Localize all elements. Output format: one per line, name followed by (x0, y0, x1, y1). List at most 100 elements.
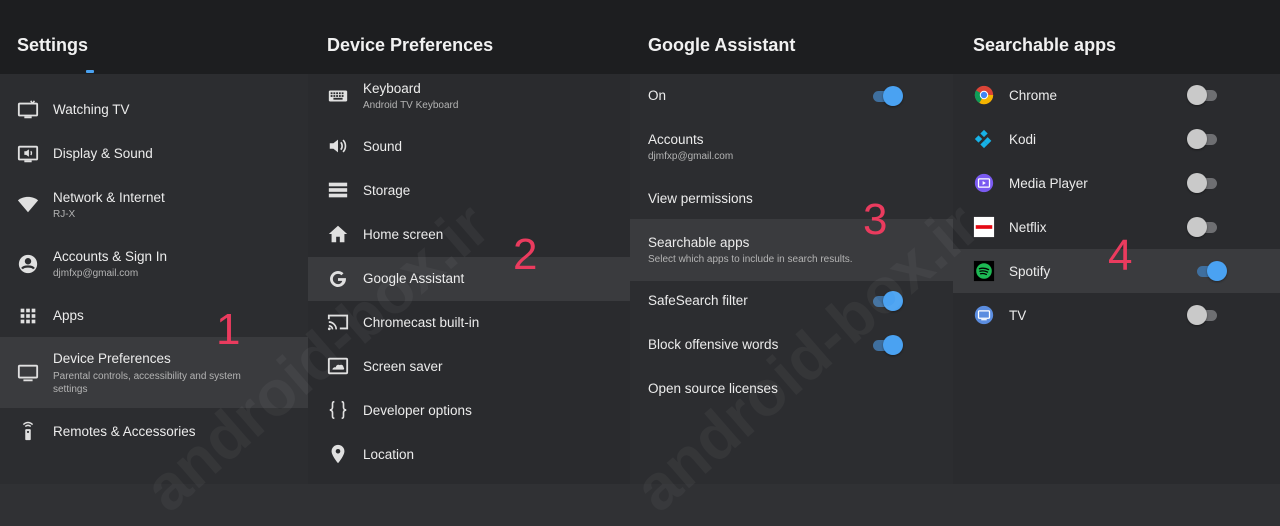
device-pref-item-label: Storage (363, 183, 411, 198)
app-label: Netflix (1009, 220, 1047, 235)
device-pref-item-location[interactable]: Location (308, 436, 630, 472)
settings-item-sub: djmfxp@gmail.com (53, 268, 139, 279)
device-pref-item-screen-saver[interactable]: Screen saver (308, 348, 630, 384)
scroll-hint (86, 70, 94, 73)
device-pref-item-sound[interactable]: Sound (308, 128, 630, 164)
media-player-toggle[interactable] (1187, 172, 1221, 194)
block-offensive-toggle[interactable] (871, 334, 905, 356)
app-label: Spotify (1009, 264, 1051, 279)
chrome-icon (973, 84, 995, 106)
chrome-toggle[interactable] (1187, 84, 1221, 106)
searchable-apps-panel-title: Searchable apps (953, 0, 1280, 74)
assistant-item-label: Open source licenses (648, 381, 778, 396)
assistant-item-label: View permissions (648, 191, 753, 206)
settings-item-apps[interactable]: Apps (0, 298, 308, 334)
settings-item-label: Watching TV (53, 102, 130, 117)
settings-panel: Settings Watching TV Display & Sound Net… (0, 0, 308, 484)
device-preferences-panel: Device Preferences Keyboard Android TV K… (308, 0, 630, 484)
spotify-icon (973, 260, 995, 282)
assistant-item-label: Accounts (648, 132, 704, 147)
settings-item-network-internet[interactable]: Network & Internet RJ-X (0, 182, 308, 228)
settings-item-watching-tv[interactable]: Watching TV (0, 92, 308, 128)
display-sound-icon (17, 143, 39, 165)
assistant-item-label: SafeSearch filter (648, 293, 748, 308)
settings-item-label: Network & Internet (53, 190, 165, 205)
device-pref-item-google-assistant[interactable]: Google Assistant (308, 257, 630, 301)
step-number-1: 1 (216, 305, 241, 354)
tv-app-icon (973, 304, 995, 326)
assistant-item-view-permissions[interactable]: View permissions (630, 180, 953, 216)
settings-item-accounts[interactable]: Accounts & Sign In djmfxp@gmail.com (0, 242, 308, 288)
settings-panel-title: Settings (0, 0, 308, 74)
device-pref-item-label: Location (363, 447, 415, 462)
app-label: Media Player (1009, 176, 1088, 191)
app-row-kodi[interactable]: Kodi (953, 121, 1280, 157)
step-number-4: 4 (1108, 231, 1133, 280)
device-preferences-panel-title: Device Preferences (308, 0, 630, 74)
device-pref-item-storage[interactable]: Storage (308, 172, 630, 208)
device-pref-item-developer-options[interactable]: Developer options (308, 392, 630, 428)
kodi-toggle[interactable] (1187, 128, 1221, 150)
monitor-icon (17, 362, 39, 384)
settings-item-display-sound[interactable]: Display & Sound (0, 136, 308, 172)
app-label: TV (1009, 308, 1027, 323)
settings-item-device-preferences[interactable]: Device Preferences Parental controls, ac… (0, 337, 308, 408)
app-label: Kodi (1009, 132, 1037, 147)
kodi-icon (973, 128, 995, 150)
assistant-item-sub: djmfxp@gmail.com (648, 151, 734, 162)
assistant-item-safesearch[interactable]: SafeSearch filter (630, 284, 953, 320)
remote-icon (17, 420, 39, 442)
device-pref-item-label: Home screen (363, 227, 444, 242)
google-assistant-panel-title: Google Assistant (630, 0, 953, 74)
account-icon (17, 253, 39, 275)
device-pref-item-keyboard[interactable]: Keyboard Android TV Keyboard (308, 74, 630, 118)
settings-item-label: Apps (53, 308, 84, 323)
assistant-on-toggle[interactable] (871, 85, 905, 107)
assistant-item-label: On (648, 88, 667, 103)
home-icon (327, 223, 349, 245)
braces-icon (327, 399, 349, 421)
settings-item-label: Device Preferences (53, 351, 171, 366)
tv-toggle[interactable] (1187, 304, 1221, 326)
apps-grid-icon (17, 305, 39, 327)
device-pref-item-label: Developer options (363, 403, 472, 418)
app-row-media-player[interactable]: Media Player (953, 165, 1280, 201)
assistant-item-accounts[interactable]: Accounts djmfxp@gmail.com (630, 122, 953, 168)
device-pref-item-chromecast[interactable]: Chromecast built-in (308, 304, 630, 340)
assistant-item-block-offensive[interactable]: Block offensive words (630, 328, 953, 364)
settings-item-remotes[interactable]: Remotes & Accessories (0, 414, 308, 450)
device-pref-item-home-screen[interactable]: Home screen (308, 216, 630, 252)
netflix-icon (973, 216, 995, 238)
google-assistant-panel: Google Assistant On Accounts djmfxp@gmai… (630, 0, 953, 484)
storage-icon (327, 179, 349, 201)
wifi-icon (17, 193, 39, 215)
assistant-item-sub: Select which apps to include in search r… (648, 254, 853, 265)
assistant-item-searchable-apps[interactable]: Searchable apps Select which apps to inc… (630, 219, 953, 281)
app-row-chrome[interactable]: Chrome (953, 77, 1280, 113)
step-number-2: 2 (513, 230, 538, 279)
device-pref-item-label: Keyboard (363, 81, 421, 96)
assistant-item-open-source[interactable]: Open source licenses (630, 372, 953, 408)
cast-icon (327, 311, 349, 333)
screensaver-icon (327, 355, 349, 377)
step-number-3: 3 (863, 195, 888, 244)
speaker-icon (327, 135, 349, 157)
spotify-toggle[interactable] (1195, 260, 1229, 282)
media-player-icon (973, 172, 995, 194)
device-pref-item-label: Google Assistant (363, 271, 465, 286)
app-label: Chrome (1009, 88, 1058, 103)
device-pref-item-sub: Android TV Keyboard (363, 100, 459, 111)
netflix-toggle[interactable] (1187, 216, 1221, 238)
assistant-item-label: Searchable apps (648, 235, 750, 250)
keyboard-icon (327, 85, 349, 107)
settings-item-sub: RJ-X (53, 209, 76, 220)
settings-item-sub: Parental controls, accessibility and sys… (53, 371, 241, 395)
settings-item-label: Display & Sound (53, 146, 153, 161)
assistant-item-on[interactable]: On (630, 78, 953, 114)
settings-item-label: Accounts & Sign In (53, 249, 168, 264)
app-row-tv[interactable]: TV (953, 297, 1280, 333)
tv-icon (17, 99, 39, 121)
device-pref-item-label: Chromecast built-in (363, 315, 480, 330)
safesearch-toggle[interactable] (871, 290, 905, 312)
assistant-item-label: Block offensive words (648, 337, 779, 352)
